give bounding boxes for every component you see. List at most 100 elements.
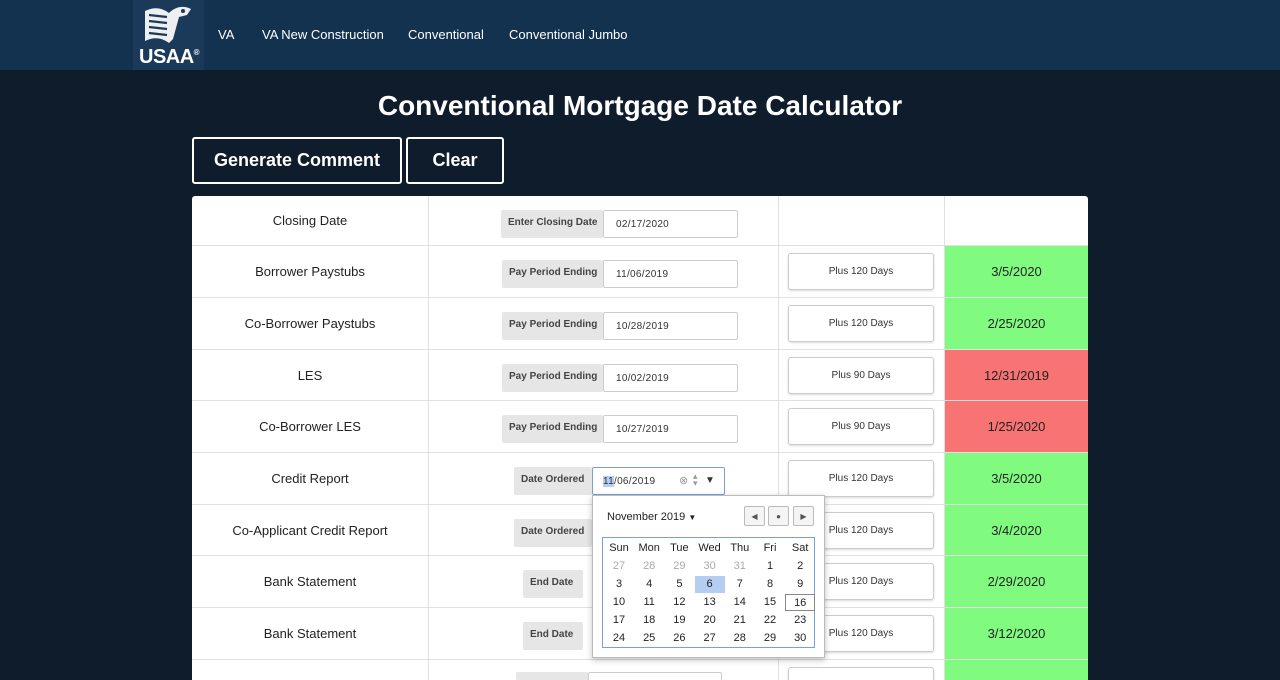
- today-button[interactable]: ●: [768, 506, 789, 526]
- calendar-day[interactable]: 20: [695, 612, 725, 629]
- calendar-day[interactable]: 3: [604, 576, 634, 593]
- calendar-day[interactable]: 14: [725, 594, 755, 611]
- result-cell: [945, 660, 1088, 680]
- result-cell: 2/29/2020: [945, 556, 1088, 607]
- date-input[interactable]: 10/28/2019: [603, 312, 738, 340]
- calendar-day[interactable]: 27: [604, 558, 634, 575]
- nav-link-conventional-jumbo[interactable]: Conventional Jumbo: [509, 27, 628, 42]
- plus-days-button[interactable]: Plus 90 Days: [788, 408, 934, 445]
- weekday-header: Fri: [763, 542, 777, 554]
- date-label: Pay Period Ending: [502, 260, 603, 288]
- clear-button[interactable]: Clear: [406, 137, 504, 184]
- generate-comment-button[interactable]: Generate Comment: [192, 137, 402, 184]
- weekday-header: Sun: [609, 542, 629, 554]
- row-name: Co-Borrower LES: [192, 401, 429, 452]
- plus-days-button[interactable]: Plus 120 Days: [788, 305, 934, 342]
- dropdown-arrow-icon[interactable]: ▼: [705, 475, 715, 486]
- result-cell: 3/5/2020: [945, 453, 1088, 504]
- stepper-icon[interactable]: ▴ ▾: [693, 472, 698, 488]
- date-label: End Date: [523, 570, 583, 598]
- result-cell: 3/4/2020: [945, 505, 1088, 555]
- calendar-day[interactable]: 10: [604, 594, 634, 611]
- row-name: Closing Date: [192, 196, 429, 245]
- date-cell: Pay Period Ending 10/02/2019: [429, 350, 779, 400]
- clear-icon[interactable]: ⊗: [679, 474, 689, 487]
- calendar-day[interactable]: 11: [634, 594, 664, 611]
- date-cell: Pay Period Ending 10/27/2019: [429, 401, 779, 452]
- calendar-day[interactable]: 2: [785, 558, 815, 575]
- month-segment[interactable]: 11: [603, 476, 614, 487]
- row-name: Bank Statement: [192, 608, 429, 659]
- calendar-day[interactable]: 1: [755, 558, 785, 575]
- calendar-day[interactable]: 30: [695, 558, 725, 575]
- prev-month-button[interactable]: ◀: [744, 506, 765, 526]
- date-input[interactable]: [588, 672, 722, 680]
- month-select[interactable]: November 2019 ▼: [607, 511, 696, 523]
- calendar-day[interactable]: 4: [634, 576, 664, 593]
- calendar-day[interactable]: 9: [785, 576, 815, 593]
- date-input[interactable]: 10/27/2019: [603, 415, 738, 443]
- date-label: Pay Period Ending: [502, 415, 603, 443]
- nav-link-va-new-construction[interactable]: VA New Construction: [262, 27, 384, 42]
- plus-days-button[interactable]: [788, 667, 934, 680]
- table-row: Borrower Paystubs Pay Period Ending 11/0…: [192, 245, 1088, 297]
- weekday-header: Tue: [670, 542, 689, 554]
- date-label: Pay Period Ending: [502, 312, 603, 340]
- offset-cell: Plus 120 Days: [779, 298, 945, 349]
- result-cell: 2/25/2020: [945, 298, 1088, 349]
- offset-cell: [779, 196, 945, 245]
- row-name: Co-Borrower Paystubs: [192, 298, 429, 349]
- table-row: Co-Borrower LES Pay Period Ending 10/27/…: [192, 400, 1088, 452]
- calendar-day[interactable]: 21: [725, 612, 755, 629]
- calendar-day[interactable]: 30: [785, 630, 815, 647]
- closing-date-input[interactable]: 02/17/2020: [603, 210, 738, 238]
- calendar-day[interactable]: 28: [634, 558, 664, 575]
- calendar-day[interactable]: 17: [604, 612, 634, 629]
- row-name: [192, 660, 429, 680]
- result-cell: 3/12/2020: [945, 608, 1088, 659]
- calendar-day[interactable]: 12: [664, 594, 694, 611]
- calendar-day[interactable]: 24: [604, 630, 634, 647]
- plus-days-button[interactable]: Plus 120 Days: [788, 253, 934, 290]
- plus-days-button[interactable]: Plus 90 Days: [788, 357, 934, 394]
- next-month-button[interactable]: ▶: [793, 506, 814, 526]
- weekday-header: Mon: [638, 542, 660, 554]
- calendar-day[interactable]: 23: [785, 612, 815, 629]
- date-label: Date Ordered: [514, 519, 592, 547]
- calendar-day[interactable]: 7: [725, 576, 755, 593]
- calendar-day[interactable]: 29: [664, 558, 694, 575]
- row-name: Borrower Paystubs: [192, 246, 429, 297]
- page-title: Conventional Mortgage Date Calculator: [377, 90, 903, 121]
- date-cell: Pay Period Ending 10/28/2019: [429, 298, 779, 349]
- calendar-day[interactable]: 22: [755, 612, 785, 629]
- plus-days-button[interactable]: Plus 120 Days: [788, 460, 934, 497]
- calendar-day[interactable]: 6: [694, 576, 725, 593]
- calendar-day[interactable]: 31: [725, 558, 755, 575]
- table-row: [192, 659, 1088, 680]
- offset-cell: Plus 90 Days: [779, 401, 945, 452]
- date-label: Pay Period Ending: [502, 364, 603, 392]
- date-input[interactable]: 10/02/2019: [603, 364, 738, 392]
- calendar-day[interactable]: 26: [664, 630, 694, 647]
- calendar-day[interactable]: 19: [664, 612, 694, 629]
- usaa-logo[interactable]: USAA®: [133, 0, 204, 70]
- calendar-day[interactable]: 28: [725, 630, 755, 647]
- calendar-day[interactable]: 29: [755, 630, 785, 647]
- calendar-day[interactable]: 5: [664, 576, 694, 593]
- logo-text: USAA®: [139, 46, 200, 68]
- date-label: Enter Closing Date: [501, 210, 603, 238]
- date-picker-popup: November 2019 ▼ ◀ ● ▶ Sun Mon Tue Wed Thu Fri…: [592, 495, 825, 658]
- calendar-day[interactable]: 18: [634, 612, 664, 629]
- calendar-day[interactable]: 13: [695, 594, 725, 611]
- eagle-icon: [145, 6, 191, 43]
- calendar-day[interactable]: 16: [785, 594, 816, 611]
- date-label: End Date: [523, 622, 583, 650]
- calendar-day[interactable]: 25: [634, 630, 664, 647]
- calendar-day[interactable]: 8: [755, 576, 785, 593]
- credit-report-date-input[interactable]: 11/06/2019 ⊗ ▴ ▾ ▼: [592, 467, 725, 495]
- date-input[interactable]: 11/06/2019: [603, 260, 738, 288]
- calendar-day[interactable]: 27: [695, 630, 725, 647]
- calendar-day[interactable]: 15: [755, 594, 785, 611]
- nav-link-va[interactable]: VA: [218, 27, 234, 42]
- nav-link-conventional[interactable]: Conventional: [408, 27, 484, 42]
